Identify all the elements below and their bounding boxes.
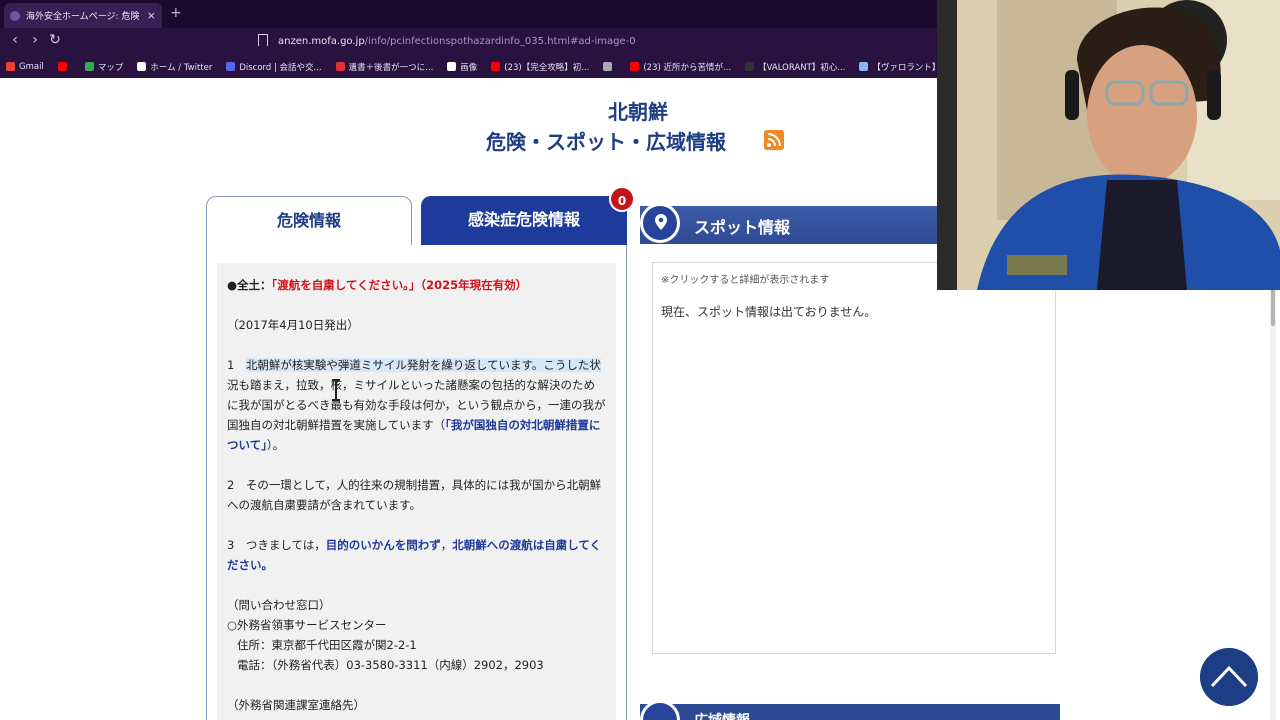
bookmark-favicon-icon [745,62,755,71]
issued-date: （2017年4月10日発出） [227,318,359,332]
streamer-video-image [937,0,1280,290]
bookmark-label: (23)【完全攻略】初... [504,62,590,73]
p2-text: 2 その一環として，人的往来の規制措置，具体的には我が国から北朝鮮への渡航自粛要… [227,478,602,512]
back-button[interactable]: ‹ [6,32,24,48]
bookmark-label: Gmail [19,61,44,72]
bookmark-label: 遺書＋後書が一つに... [348,62,434,73]
url-path: /info/pcinfectionspothazardinfo_035.html… [364,36,636,47]
danger-info-panel: ●全土：「渡航を自粛してください。」（2025年現在有効） （2017年4月10… [206,245,627,720]
text-cursor-icon [332,379,340,401]
browser-tab-active[interactable]: 海外安全ホームページ: 危険・スポット × [4,3,162,28]
forward-button[interactable]: › [26,32,44,48]
bookmark-favicon-icon [603,62,613,71]
contact-title: （問い合わせ窓口） [227,598,331,612]
bookmark-favicon-icon [630,62,640,71]
p3-prefix: 3 つきましては， [227,538,326,552]
bookmark-item[interactable]: (23) 近所から苦情が... [630,61,731,73]
bookmark-label: Discord | 会話や交... [239,62,322,73]
bookmark-item[interactable]: 【VALORANT】初心... [745,61,845,73]
p3-emphasis-1: 目的のいかんを問わず [325,538,441,552]
tab-infection-info[interactable]: 感染症危険情報 [421,196,627,246]
bookmark-favicon-icon [226,62,236,71]
spot-note: ※クリックすると詳細が表示されます [661,275,830,286]
rss-icon[interactable] [764,130,784,150]
bookmark-item[interactable]: 遺書＋後書が一つに... [335,61,434,73]
bookmark-label: マップ [97,62,124,73]
close-tab-icon[interactable]: × [147,9,156,22]
scroll-to-top-button[interactable] [1200,648,1258,706]
bookmark-item[interactable] [57,62,71,71]
contact-section: （問い合わせ窓口） ○外務省領事サービスセンター 住所：東京都千代田区霞が関2-… [227,595,606,715]
url-field[interactable]: anzen.mofa.go.jp/info/pcinfectionspothaz… [278,32,636,51]
url-host: anzen.mofa.go.jp [278,36,365,47]
overall-level: 「渡航を自粛してください。」（2025年現在有効） [271,278,528,292]
bookmark-favicon-icon [335,62,345,71]
bookmark-favicon-icon [57,62,67,71]
bookmark-favicon-icon [859,62,869,71]
bookmark-item[interactable]: マップ [84,61,124,73]
tab-title: 海外安全ホームページ: 危険・スポット [26,12,141,22]
bookmark-star-icon[interactable] [258,34,268,46]
bookmark-label: 画像 [460,62,478,73]
bookmark-item[interactable] [603,62,616,71]
bookmark-favicon-icon [491,62,501,71]
bookmark-item[interactable]: 画像 [447,61,477,73]
new-tab-button[interactable]: + [170,5,182,21]
contact-org: ○外務省領事サービスセンター [227,618,387,632]
page-title-sub: 危険・スポット・広域情報 [486,130,726,154]
contact-address: 住所：東京都千代田区霞が関2-2-1 [237,638,417,652]
bookmark-favicon-icon [447,62,457,71]
bookmark-label: (23) 近所から苦情が... [643,62,732,73]
bookmark-item[interactable]: ホーム / Twitter [137,61,212,73]
bookmark-favicon-icon [6,62,15,71]
spot-info-panel: ※クリックすると詳細が表示されます 現在、スポット情報は出ておりません。 [652,262,1056,654]
p1-end: ）。 [266,438,285,452]
spot-info-title: スポット情報 [694,218,791,237]
overall-prefix: ●全土： [227,278,272,292]
bookmark-item[interactable]: Gmail [6,62,44,72]
webcam-overlay [937,0,1280,290]
bookmark-favicon-icon [84,62,94,71]
spot-message: 現在、スポット情報は出ておりません。 [661,305,877,319]
bookmark-item[interactable]: Discord | 会話や交... [226,61,322,73]
tab-danger-info[interactable]: 危険情報 [206,196,412,246]
p1-highlighted-text: 北朝鮮が核実験や弾道ミサイル発射を繰り返しています。こうした状 [245,358,601,372]
infection-count-badge: 0 [609,186,635,212]
site-favicon-icon [10,10,20,21]
map-pin-icon [655,214,667,230]
reload-button[interactable]: ↻ [46,32,64,48]
bookmark-favicon-icon [137,62,147,71]
danger-info-content: ●全土：「渡航を自粛してください。」（2025年現在有効） （2017年4月10… [217,263,616,720]
bookmark-label: ホーム / Twitter [150,62,213,73]
p1-number: 1 [227,358,246,372]
bookmark-label: 【VALORANT】初心... [758,62,846,73]
contact-phone: 電話：（外務省代表）03-3580-3311（内線）2902，2903 [237,658,544,672]
bookmark-item[interactable]: (23)【完全攻略】初... [491,61,589,73]
area-pin-badge [640,700,680,720]
spot-pin-badge [640,203,680,243]
p3-separator: ， [440,538,453,552]
contact-dept: （外務省関連課室連絡先） [227,698,365,712]
area-info-title: 広域情報 [694,710,750,720]
